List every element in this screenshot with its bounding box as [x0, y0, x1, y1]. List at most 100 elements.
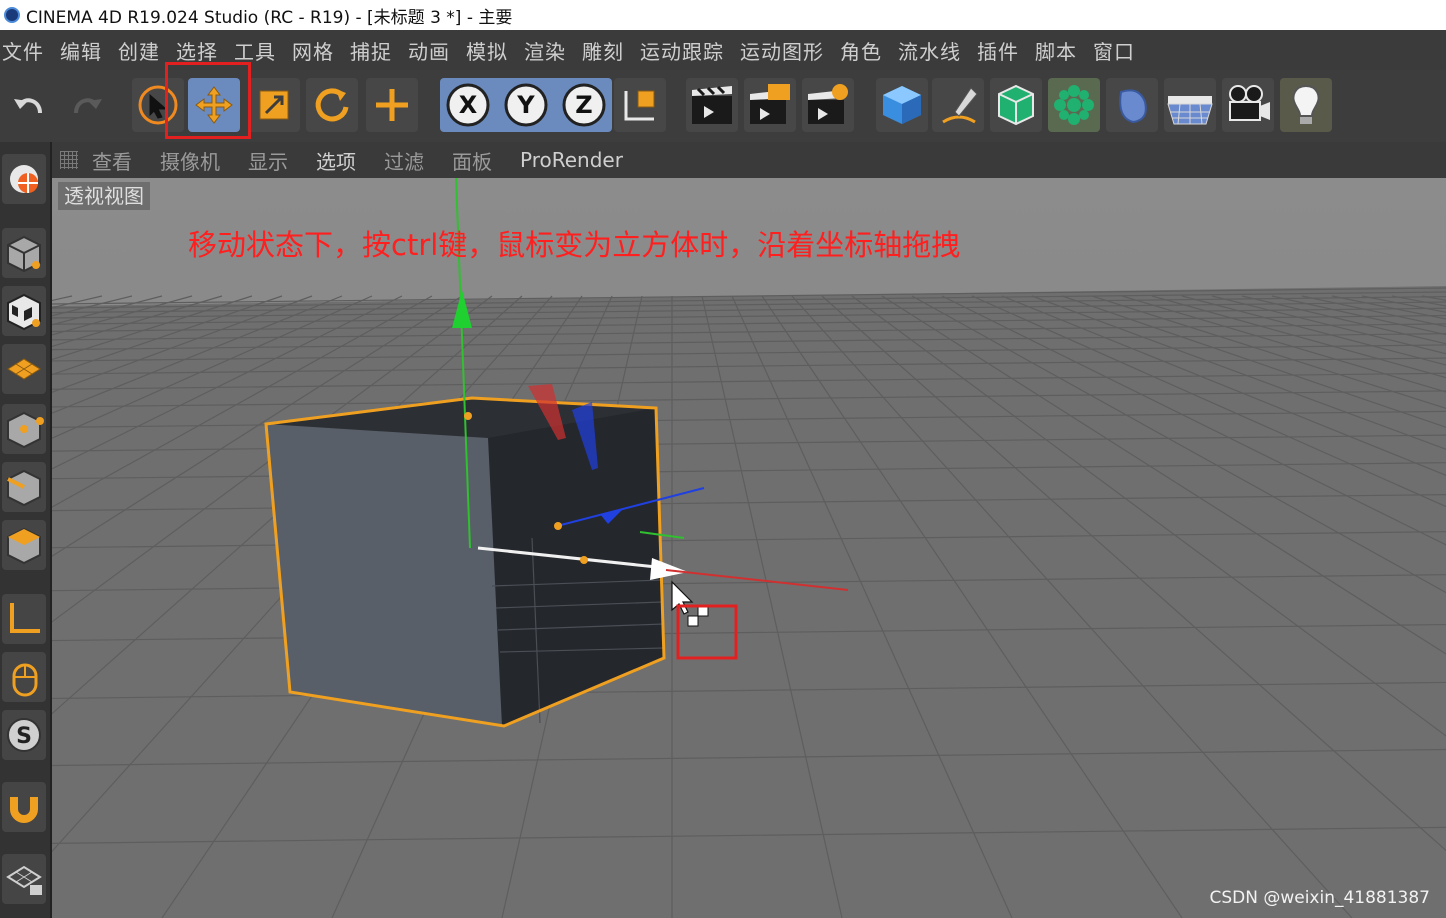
- viewport-menu-display[interactable]: 显示: [248, 146, 288, 175]
- main-toolbar: X Y Z: [0, 62, 1446, 143]
- polygon-cube-icon: [7, 527, 41, 565]
- pivot-dot-top: [464, 412, 472, 420]
- move-button[interactable]: [188, 78, 240, 132]
- polygon-mode-button[interactable]: [2, 520, 46, 570]
- recent-tool-icon: [376, 89, 408, 121]
- menu-simulate[interactable]: 模拟: [464, 36, 520, 65]
- menu-mograph[interactable]: 运动图形: [738, 36, 836, 65]
- viewport-grip-icon[interactable]: [60, 151, 78, 169]
- light-button[interactable]: [1280, 78, 1332, 132]
- snap-button[interactable]: [2, 782, 46, 832]
- axis-mode-button[interactable]: [2, 594, 46, 644]
- menu-edit[interactable]: 编辑: [58, 36, 114, 65]
- y-axis-lock-button[interactable]: Y: [500, 78, 552, 132]
- window-title: CINEMA 4D R19.024 Studio (RC - R19) - [未…: [26, 7, 513, 28]
- viewport-menu-panel[interactable]: 面板: [452, 146, 492, 175]
- title-bar: CINEMA 4D R19.024 Studio (RC - R19) - [未…: [0, 0, 1446, 30]
- workplane-icon: [7, 358, 41, 380]
- x-axis-icon: X: [446, 83, 490, 127]
- y-axis-icon: Y: [504, 83, 548, 127]
- render-view-button[interactable]: [686, 78, 738, 132]
- menu-select[interactable]: 选择: [174, 36, 230, 65]
- edge-mode-button[interactable]: [2, 462, 46, 512]
- svg-text:S: S: [16, 724, 32, 749]
- viewport-menu-prorender[interactable]: ProRender: [520, 148, 623, 172]
- pen-tool-button[interactable]: [932, 78, 984, 132]
- viewport-menu-filter[interactable]: 过滤: [384, 146, 424, 175]
- cube-icon: [883, 86, 921, 124]
- camera-button[interactable]: [1222, 78, 1274, 132]
- redo-button[interactable]: [60, 78, 112, 132]
- menu-tools[interactable]: 工具: [232, 36, 288, 65]
- texture-mode-button[interactable]: [2, 286, 46, 336]
- menu-bar: 文件 编辑 创建 选择 工具 网格 捕捉 动画 模拟 渲染 雕刻 运动跟踪 运动…: [0, 30, 1446, 70]
- workplane-mode-button[interactable]: [2, 344, 46, 394]
- scale-button[interactable]: [248, 78, 300, 132]
- annotation-text: 移动状态下，按ctrl键，鼠标变为立方体时，沿着坐标轴拖拽: [188, 228, 961, 262]
- rotate-button[interactable]: [306, 78, 358, 132]
- menu-character[interactable]: 角色: [838, 36, 894, 65]
- point-cube-icon: [7, 411, 44, 449]
- menu-create[interactable]: 创建: [116, 36, 172, 65]
- menu-pipeline[interactable]: 流水线: [896, 36, 973, 65]
- perspective-viewport[interactable]: 透视视图 移动状态下，按ctrl键，鼠标变为立方体时，沿着坐标轴拖拽 CSDN …: [52, 178, 1446, 918]
- z-axis-icon: Z: [562, 83, 606, 127]
- menu-snap[interactable]: 捕捉: [348, 36, 404, 65]
- viewport-label: 透视视图: [58, 182, 150, 210]
- undo-icon: [14, 98, 42, 114]
- render-view-icon: [692, 85, 732, 124]
- model-mode-button[interactable]: [2, 228, 46, 278]
- undo-button[interactable]: [4, 78, 56, 132]
- camera-icon: [1229, 85, 1270, 121]
- menu-motion-tracking[interactable]: 运动跟踪: [638, 36, 736, 65]
- tweak-mode-button[interactable]: [2, 652, 46, 702]
- checker-cube-icon: [7, 293, 41, 331]
- left-toolbar: S: [0, 142, 52, 918]
- menu-plugins[interactable]: 插件: [975, 36, 1031, 65]
- render-globe-button[interactable]: [2, 154, 46, 204]
- recent-tool-button[interactable]: [366, 78, 418, 132]
- viewport-scene[interactable]: [52, 178, 1446, 918]
- axis-icon: [10, 603, 40, 633]
- subdivision-surface-button[interactable]: [990, 78, 1042, 132]
- watermark: CSDN @weixin_41881387: [1209, 888, 1430, 908]
- x-axis-label: X: [459, 91, 478, 119]
- z-axis-lock-button[interactable]: Z: [558, 78, 610, 132]
- menu-file[interactable]: 文件: [0, 36, 56, 65]
- menu-window[interactable]: 窗口: [1091, 36, 1147, 65]
- deformer-button[interactable]: [1106, 78, 1158, 132]
- x-axis-lock-button[interactable]: X: [442, 78, 494, 132]
- live-select-button[interactable]: [132, 78, 184, 132]
- menu-script[interactable]: 脚本: [1033, 36, 1089, 65]
- viewport-menu-cameras[interactable]: 摄像机: [160, 146, 220, 175]
- cloner-icon: [1054, 85, 1094, 125]
- solo-s-icon: S: [7, 718, 41, 752]
- y-axis-label: Y: [516, 91, 535, 119]
- cloner-button[interactable]: [1048, 78, 1100, 132]
- menu-render[interactable]: 渲染: [522, 36, 578, 65]
- coordinate-system-button[interactable]: [614, 78, 666, 132]
- render-picture-viewer-button[interactable]: [744, 78, 796, 132]
- live-select-icon: [138, 85, 178, 125]
- workplane-lock-button[interactable]: [2, 854, 46, 904]
- pen-icon: [942, 87, 978, 124]
- cinema4d-logo-icon: [4, 7, 20, 23]
- menu-mesh[interactable]: 网格: [290, 36, 346, 65]
- subdivision-icon: [998, 84, 1034, 126]
- mouse-icon: [12, 663, 38, 697]
- deformer-icon: [1119, 89, 1147, 124]
- menu-animate[interactable]: 动画: [406, 36, 462, 65]
- viewport-menu-view[interactable]: 查看: [92, 146, 132, 175]
- point-mode-button[interactable]: [2, 404, 46, 454]
- solo-button[interactable]: S: [2, 710, 46, 760]
- floor-icon: [1167, 96, 1213, 125]
- viewport-menu-options[interactable]: 选项: [316, 146, 356, 175]
- light-icon: [1292, 84, 1320, 124]
- edge-cube-icon: [7, 469, 41, 507]
- magnet-icon: [10, 797, 38, 823]
- add-cube-button[interactable]: [876, 78, 928, 132]
- menu-sculpt[interactable]: 雕刻: [580, 36, 636, 65]
- coordinate-system-icon: [624, 90, 655, 121]
- floor-button[interactable]: [1164, 78, 1216, 132]
- render-settings-button[interactable]: [802, 78, 854, 132]
